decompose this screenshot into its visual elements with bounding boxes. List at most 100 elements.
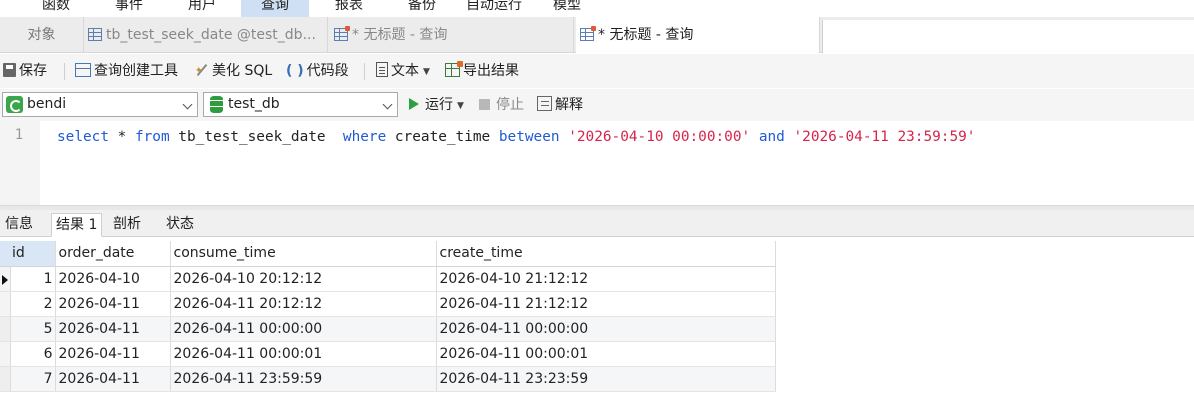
tab-objects-label: 对象 <box>27 27 56 43</box>
menu-bar: 函数 事件 用户 查询 报表 备份 自动运行 模型 <box>0 0 1194 17</box>
cell-order-date[interactable]: 2026-04-10 <box>55 266 171 292</box>
row-indicator[interactable] <box>0 266 11 292</box>
connection-select[interactable]: bendi <box>2 92 198 117</box>
text-mode-button[interactable]: 文本 ▼ <box>376 54 430 88</box>
tab-info[interactable]: 信息 <box>1 213 37 237</box>
menu-item-query[interactable]: 查询 <box>241 0 309 17</box>
dropdown-caret-icon: ▼ <box>423 67 430 77</box>
row-indicator[interactable] <box>0 316 11 342</box>
menu-item-automation[interactable]: 自动运行 <box>466 0 522 17</box>
connection-select-value: bendi <box>27 96 67 112</box>
code-snippet-button[interactable]: ( ) 代码段 <box>286 54 349 88</box>
stop-button[interactable]: 停止 <box>479 89 524 121</box>
tab-untitled-query-active-label: * 无标题 - 查询 <box>598 27 694 43</box>
table-row[interactable]: 6 2026-04-11 2026-04-11 00:00:01 2026-04… <box>0 341 776 367</box>
column-header-create-time[interactable]: create_time <box>436 241 776 267</box>
beautify-sql-button[interactable]: 美化 SQL <box>195 54 272 88</box>
text-document-icon <box>376 62 388 77</box>
tab-untitled-query-1-label: * 无标题 - 查询 <box>352 27 448 43</box>
database-icon <box>210 96 223 113</box>
sql-string: '2026-04-11 23:59:59' <box>793 129 976 145</box>
cell-create-time[interactable]: 2026-04-11 21:12:12 <box>436 291 776 317</box>
export-icon <box>445 61 463 77</box>
current-row-arrow-icon <box>2 274 8 285</box>
cell-consume-time[interactable]: 2026-04-11 00:00:01 <box>170 341 437 367</box>
table-row[interactable]: 2 2026-04-11 2026-04-11 20:12:12 2026-04… <box>0 291 776 317</box>
tab-profile[interactable]: 剖析 <box>109 213 145 237</box>
cell-create-time[interactable]: 2026-04-10 21:12:12 <box>436 266 776 292</box>
cell-create-time[interactable]: 2026-04-11 00:00:01 <box>436 341 776 367</box>
cell-order-date[interactable]: 2026-04-11 <box>55 366 171 392</box>
stop-label: 停止 <box>496 97 524 113</box>
tab-row-empty-area <box>822 20 1194 53</box>
sql-keyword: from <box>134 129 170 145</box>
tab-objects[interactable]: 对象 <box>0 17 84 53</box>
column-header-id-label: id <box>12 245 25 262</box>
table-row[interactable]: 5 2026-04-11 2026-04-11 00:00:00 2026-04… <box>0 316 776 342</box>
cell-create-time[interactable]: 2026-04-11 00:00:00 <box>436 316 776 342</box>
sql-keyword: between <box>498 129 560 145</box>
cell-consume-time[interactable]: 2026-04-11 00:00:00 <box>170 316 437 342</box>
tab-result-1[interactable]: 结果 1 <box>51 213 103 237</box>
sql-code-line[interactable]: select * from tb_test_seek_date where cr… <box>57 127 975 147</box>
sql-string: '2026-04-10 00:00:00' <box>568 129 751 145</box>
tab-untitled-query-1[interactable]: * 无标题 - 查询 <box>330 17 574 53</box>
query-builder-label: 查询创建工具 <box>94 63 178 79</box>
menu-item-functions[interactable]: 函数 <box>42 0 70 17</box>
menu-item-backup[interactable]: 备份 <box>408 0 436 17</box>
row-indicator[interactable] <box>0 291 11 317</box>
text-mode-label: 文本 <box>391 63 419 79</box>
sql-editor[interactable]: 1 select * from tb_test_seek_date where … <box>0 121 1194 205</box>
export-results-label: 导出结果 <box>463 63 519 79</box>
cell-consume-time[interactable]: 2026-04-10 20:12:12 <box>170 266 437 292</box>
menu-item-events[interactable]: 事件 <box>115 0 143 17</box>
row-indicator[interactable] <box>0 366 11 392</box>
cell-consume-time[interactable]: 2026-04-11 23:59:59 <box>170 366 437 392</box>
grid-header-row: id order_date consume_time create_time <box>0 241 776 267</box>
export-results-button[interactable]: 导出结果 <box>445 54 519 88</box>
save-icon <box>3 63 16 77</box>
result-grid[interactable]: id order_date consume_time create_time 1… <box>0 241 776 392</box>
chevron-down-icon <box>182 99 193 110</box>
query-builder-button[interactable]: 查询创建工具 <box>75 54 178 88</box>
cell-consume-time[interactable]: 2026-04-11 20:12:12 <box>170 291 437 317</box>
cell-order-date[interactable]: 2026-04-11 <box>55 341 171 367</box>
cell-order-date[interactable]: 2026-04-11 <box>55 291 171 317</box>
query-toolbar: 保存 查询创建工具 美化 SQL ( )代码段 文本 ▼ 导出结果 <box>0 54 1194 88</box>
table-row[interactable]: 7 2026-04-11 2026-04-11 23:59:59 2026-04… <box>0 366 776 392</box>
document-tabs: 对象 tb_test_seek_date @test_db... * 无标题 -… <box>0 17 1194 53</box>
run-button[interactable]: 运行 ▼ <box>409 89 464 121</box>
column-header-id[interactable]: id <box>0 241 56 267</box>
cell-id[interactable]: 2 <box>10 291 56 317</box>
result-tabs: 信息 结果 1 剖析 状态 <box>0 210 1194 237</box>
tab-status[interactable]: 状态 <box>162 213 198 237</box>
database-select[interactable]: test_db <box>203 92 398 117</box>
table-row[interactable]: 1 2026-04-10 2026-04-10 20:12:12 2026-04… <box>0 266 776 292</box>
tab-untitled-query-active[interactable]: * 无标题 - 查询 <box>576 17 820 53</box>
cell-id[interactable]: 6 <box>10 341 56 367</box>
cell-id[interactable]: 5 <box>10 316 56 342</box>
toolbar-divider <box>64 63 65 80</box>
save-button[interactable]: 保存 <box>3 54 47 88</box>
dropdown-caret-icon: ▼ <box>457 101 464 111</box>
sql-text: * <box>108 129 135 145</box>
column-header-consume-time[interactable]: consume_time <box>170 241 437 267</box>
sql-keyword: and <box>758 129 785 145</box>
query-icon <box>580 26 596 41</box>
tab-table-design[interactable]: tb_test_seek_date @test_db... <box>84 17 328 53</box>
toolbar-divider <box>364 63 365 80</box>
cell-order-date[interactable]: 2026-04-11 <box>55 316 171 342</box>
cell-id[interactable]: 7 <box>10 366 56 392</box>
sql-space <box>560 129 569 145</box>
explain-button[interactable]: 解释 <box>537 89 583 121</box>
menu-item-model[interactable]: 模型 <box>553 0 581 17</box>
database-select-value: test_db <box>228 96 280 112</box>
query-builder-icon <box>75 63 91 77</box>
menu-item-users[interactable]: 用户 <box>188 0 216 17</box>
cell-id[interactable]: 1 <box>10 266 56 292</box>
row-indicator[interactable] <box>0 341 11 367</box>
column-header-order-date[interactable]: order_date <box>55 241 171 267</box>
connection-icon <box>6 96 23 113</box>
menu-item-reports[interactable]: 报表 <box>335 0 363 17</box>
cell-create-time[interactable]: 2026-04-11 23:23:59 <box>436 366 776 392</box>
